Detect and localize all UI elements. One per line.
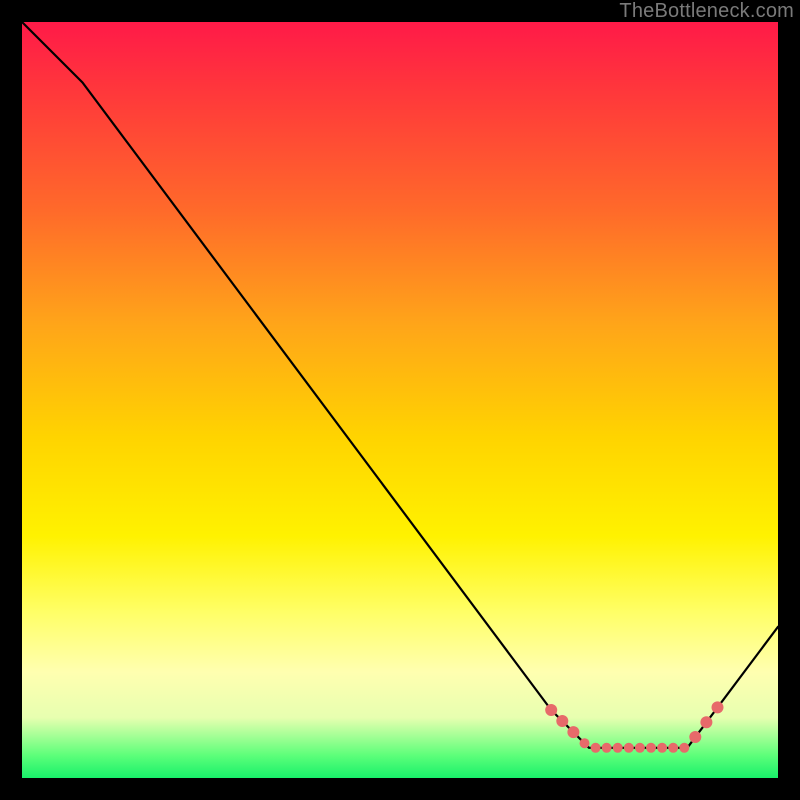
highlight-marker bbox=[679, 743, 689, 753]
highlight-marker bbox=[580, 738, 590, 748]
chart-frame: TheBottleneck.com bbox=[0, 0, 800, 800]
attribution-text: TheBottleneck.com bbox=[619, 0, 794, 23]
highlight-marker bbox=[635, 743, 645, 753]
highlight-marker bbox=[668, 743, 678, 753]
highlight-marker-group bbox=[545, 701, 723, 752]
highlight-marker bbox=[657, 743, 667, 753]
curve-svg bbox=[22, 22, 778, 778]
highlight-marker bbox=[624, 743, 634, 753]
highlight-marker bbox=[591, 743, 601, 753]
bottleneck-curve bbox=[22, 22, 778, 748]
highlight-marker bbox=[602, 743, 612, 753]
highlight-marker bbox=[700, 716, 712, 728]
highlight-marker bbox=[567, 726, 579, 738]
highlight-marker bbox=[613, 743, 623, 753]
highlight-marker bbox=[712, 701, 724, 713]
highlight-marker bbox=[646, 743, 656, 753]
highlight-marker bbox=[556, 715, 568, 727]
highlight-marker bbox=[689, 731, 701, 743]
highlight-marker bbox=[545, 704, 557, 716]
gradient-plot-area bbox=[22, 22, 778, 778]
